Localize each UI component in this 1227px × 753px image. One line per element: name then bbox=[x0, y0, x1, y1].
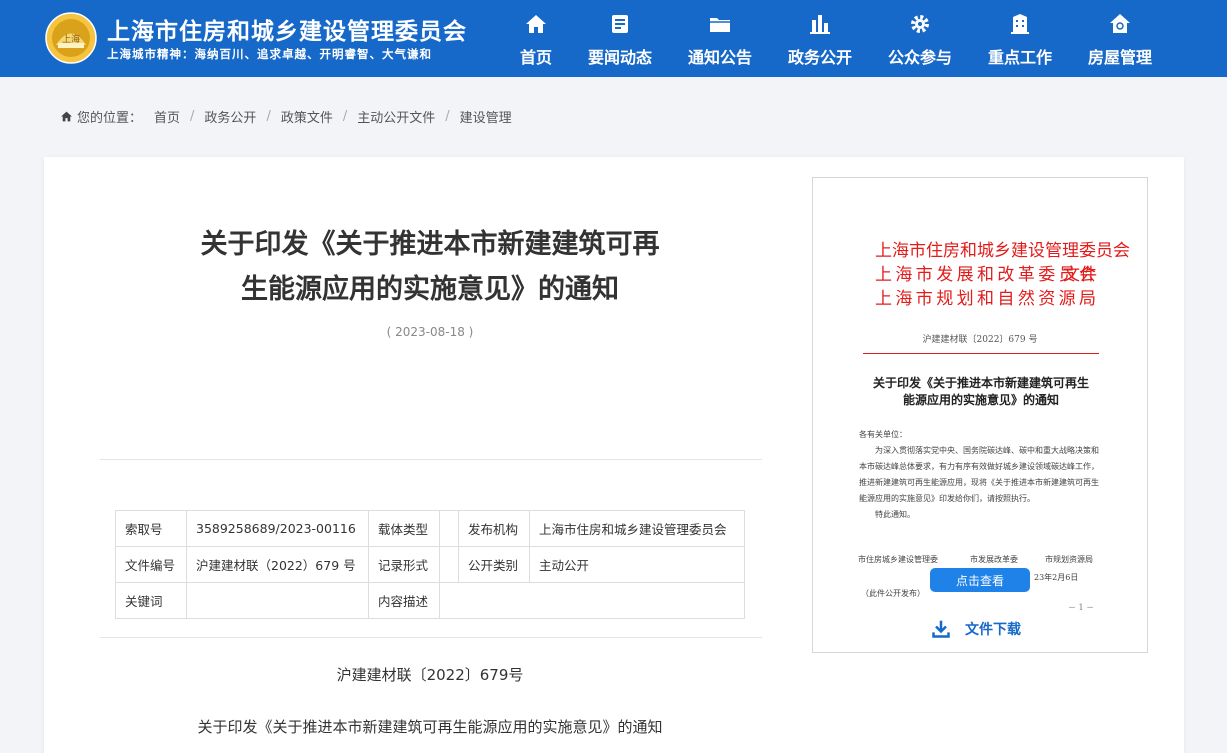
meta-value bbox=[439, 546, 459, 583]
meta-label: 内容描述 bbox=[368, 582, 440, 619]
meta-value: 3589258689/2023-00116 bbox=[186, 510, 369, 547]
meta-value: 沪建建材联（2022）679 号 bbox=[186, 546, 369, 583]
meta-value: 主动公开 bbox=[529, 546, 745, 583]
breadcrumb-prefix: 您的位置： bbox=[77, 110, 143, 126]
nav-item-participation[interactable]: 公众参与 bbox=[870, 0, 970, 77]
preview-paragraph: 为深入贯彻落实党中央、国务院碳达峰、碳中和重大战略决策和本市碳达峰总体要求，有力… bbox=[859, 446, 1099, 503]
chart-icon bbox=[810, 15, 830, 34]
preview-salutation: 各有关单位： bbox=[859, 430, 907, 439]
meta-value: 上海市住房和城乡建设管理委员会 bbox=[529, 510, 745, 547]
table-row: 文件编号 沪建建材联（2022）679 号 记录形式 公开类别 主动公开 bbox=[115, 546, 745, 583]
logo-text: 上海 bbox=[62, 33, 80, 45]
page-title: 关于印发《关于推进本市新建建筑可再 生能源应用的实施意见》的通知 bbox=[100, 222, 760, 312]
nav-item-gov-affairs[interactable]: 政务公开 bbox=[770, 0, 870, 77]
preview-red-line bbox=[863, 353, 1099, 354]
preview-issuer: 上海市住房和城乡建设管理委员会 bbox=[875, 241, 1130, 261]
breadcrumb-item-policy-files[interactable]: 政策文件 bbox=[281, 107, 333, 126]
nav-label: 首页 bbox=[519, 48, 552, 67]
gear-icon bbox=[911, 15, 929, 33]
download-label: 文件下载 bbox=[965, 622, 1021, 638]
nav-label: 房屋管理 bbox=[1087, 48, 1152, 67]
breadcrumb-item-home[interactable]: 首页 bbox=[154, 107, 180, 126]
nav-label: 要闻动态 bbox=[587, 48, 652, 67]
preview-title-line: 能源应用的实施意见》的通知 bbox=[902, 393, 1059, 407]
title-line: 生能源应用的实施意见》的通知 bbox=[241, 274, 619, 305]
building-icon bbox=[1011, 14, 1029, 34]
meta-label: 关键词 bbox=[115, 582, 187, 619]
view-document-button[interactable]: 点击查看 bbox=[930, 568, 1030, 592]
divider bbox=[100, 637, 762, 638]
preview-body: 各有关单位： 为深入贯彻落实党中央、国务院碳达峰、碳中和重大战略决策和本市碳达峰… bbox=[859, 427, 1103, 523]
download-link[interactable]: 文件下载 bbox=[931, 619, 1021, 639]
divider bbox=[100, 459, 762, 460]
meta-label: 记录形式 bbox=[368, 546, 440, 583]
meta-label: 公开类别 bbox=[458, 546, 530, 583]
table-row: 索取号 3589258689/2023-00116 载体类型 发布机构 上海市住… bbox=[115, 510, 745, 547]
preview-doc-number: 沪建建材联〔2022〕679 号 bbox=[922, 335, 1038, 345]
nav-item-news[interactable]: 要闻动态 bbox=[570, 0, 670, 77]
home-icon bbox=[526, 15, 546, 33]
meta-label: 索取号 bbox=[115, 510, 187, 547]
nav-label: 政务公开 bbox=[787, 48, 852, 67]
preview-issuer: 上 海 市 规 划 和 自 然 资 源 局 bbox=[875, 289, 1096, 309]
site-title[interactable]: 上海市住房和城乡建设管理委员会 bbox=[107, 12, 467, 46]
nav-label: 公众参与 bbox=[887, 48, 952, 67]
breadcrumb-item-gov-affairs[interactable]: 政务公开 bbox=[204, 107, 256, 126]
preview-title-line: 关于印发《关于推进本市新建建筑可再生 bbox=[872, 376, 1089, 390]
meta-value bbox=[439, 510, 459, 547]
breadcrumb-item-construction[interactable]: 建设管理 bbox=[460, 107, 512, 126]
house-icon bbox=[1110, 14, 1130, 33]
meta-value bbox=[186, 582, 369, 619]
breadcrumb-separator: / bbox=[190, 108, 195, 124]
nav-item-housing[interactable]: 房屋管理 bbox=[1070, 0, 1170, 77]
preview-public-note: （此件公开发布） bbox=[861, 589, 925, 598]
meta-value bbox=[439, 582, 745, 619]
breadcrumb-item-public-files[interactable]: 主动公开文件 bbox=[357, 107, 435, 126]
title-line: 关于印发《关于推进本市新建建筑可再 bbox=[200, 229, 660, 260]
nav-item-notices[interactable]: 通知公告 bbox=[670, 0, 770, 77]
document-subtitle: 关于印发《关于推进本市新建建筑可再生能源应用的实施意见》的通知 bbox=[197, 718, 663, 736]
download-icon bbox=[932, 620, 950, 638]
meta-label: 文件编号 bbox=[115, 546, 187, 583]
site-slogan: 上海城市精神：海纳百川、追求卓越、开明睿智、大气谦和 bbox=[107, 47, 432, 61]
publish-date: ( 2023-08-18 ) bbox=[386, 325, 474, 339]
meta-label: 发布机构 bbox=[458, 510, 530, 547]
preview-signature: 市规划资源局 bbox=[1045, 555, 1093, 564]
preview-page-number: － 1 － bbox=[1068, 603, 1095, 612]
table-row: 关键词 内容描述 bbox=[115, 582, 745, 619]
site-header: 上海 上海市住房和城乡建设管理委员会 上海城市精神：海纳百川、追求卓越、开明睿智… bbox=[0, 0, 1227, 77]
preview-date: 23年2月6日 bbox=[1034, 573, 1079, 582]
nav-label: 通知公告 bbox=[687, 48, 752, 67]
folder-icon bbox=[710, 18, 730, 32]
breadcrumb: 您的位置： 首页 / 政务公开 / 政策文件 / 主动公开文件 / 建设管理 bbox=[60, 107, 512, 126]
preview-signature: 市发展改革委 bbox=[970, 555, 1018, 564]
preview-title: 关于印发《关于推进本市新建建筑可再生 能源应用的实施意见》的通知 bbox=[843, 375, 1119, 409]
meta-label: 载体类型 bbox=[368, 510, 440, 547]
preview-closing: 特此通知。 bbox=[875, 510, 915, 519]
breadcrumb-separator: / bbox=[445, 108, 450, 124]
home-icon bbox=[61, 111, 72, 121]
news-icon bbox=[612, 15, 628, 33]
preview-wen: 文件 bbox=[1063, 265, 1097, 285]
preview-signature: 市住房城乡建设管理委 bbox=[858, 555, 938, 564]
site-logo-icon[interactable]: 上海 bbox=[44, 12, 98, 64]
document-number: 沪建建材联〔2022〕679号 bbox=[336, 666, 524, 684]
document-preview[interactable]: 上海市住房和城乡建设管理委员会 上 海 市 发 展 和 改 革 委 员 会 文件… bbox=[812, 177, 1148, 653]
breadcrumb-separator: / bbox=[342, 108, 348, 124]
breadcrumb-separator: / bbox=[266, 108, 271, 124]
nav-label: 重点工作 bbox=[987, 48, 1052, 67]
metadata-table: 索取号 3589258689/2023-00116 载体类型 发布机构 上海市住… bbox=[115, 510, 745, 619]
nav-item-key-work[interactable]: 重点工作 bbox=[970, 0, 1070, 77]
